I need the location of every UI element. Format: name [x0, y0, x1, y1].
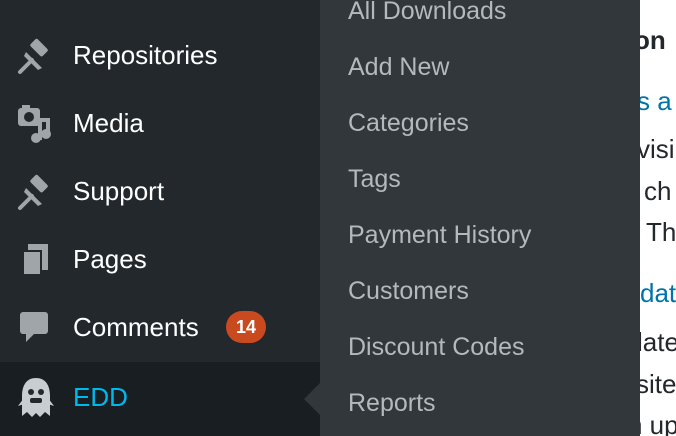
pin-icon — [16, 36, 56, 76]
sidebar-item-support[interactable]: Support — [0, 158, 320, 226]
pages-icon — [16, 240, 56, 280]
sidebar-item-label: Support — [73, 176, 165, 206]
sidebar-item-repositories[interactable]: Repositories — [0, 22, 320, 90]
content-link-fragment[interactable]: s a — [640, 86, 672, 116]
active-menu-pointer — [304, 383, 320, 415]
content-heading-fragment: on — [640, 25, 666, 55]
content-text-fragment: n up — [640, 410, 676, 436]
content-text-fragment: . Th — [640, 217, 676, 247]
submenu-item-categories[interactable]: Categories — [348, 108, 469, 138]
sidebar-item-comments[interactable]: Comments 14 — [0, 294, 320, 362]
sidebar-item-label: Comments — [73, 312, 199, 342]
comments-count-badge: 14 — [226, 311, 266, 343]
submenu-item-discount-codes[interactable]: Discount Codes — [348, 332, 524, 362]
admin-sidebar: Repositories Media Support Pages Comment… — [0, 0, 320, 436]
content-text-fragment: ch — [644, 176, 672, 206]
edd-ghost-icon — [16, 376, 56, 417]
content-link-fragment[interactable]: dat — [640, 278, 676, 308]
content-text-fragment: site — [640, 369, 676, 399]
sidebar-item-media[interactable]: Media — [0, 90, 320, 158]
submenu-item-payment-history[interactable]: Payment History — [348, 220, 531, 250]
sidebar-item-pages[interactable]: Pages — [0, 226, 320, 294]
submenu-item-tags[interactable]: Tags — [348, 164, 401, 194]
submenu-item-customers[interactable]: Customers — [348, 276, 469, 306]
submenu-item-add-new[interactable]: Add New — [348, 52, 449, 82]
submenu-item-reports[interactable]: Reports — [348, 388, 436, 418]
pin-icon — [16, 172, 56, 212]
comment-icon — [16, 308, 56, 348]
sidebar-item-label: Media — [73, 108, 144, 138]
content-text-fragment: visi — [640, 134, 675, 164]
submenu-item-all-downloads[interactable]: All Downloads — [348, 0, 506, 26]
sidebar-item-label: EDD — [73, 382, 128, 412]
page-content-area: on s a visi ch . Th dat late site n up — [640, 0, 676, 436]
sidebar-item-edd[interactable]: EDD — [0, 362, 320, 436]
content-text-fragment: late — [640, 327, 676, 357]
sidebar-item-label: Pages — [73, 244, 147, 274]
edd-submenu: All Downloads Add New Categories Tags Pa… — [320, 0, 640, 436]
media-icon — [16, 104, 56, 144]
sidebar-item-label: Repositories — [73, 40, 218, 70]
